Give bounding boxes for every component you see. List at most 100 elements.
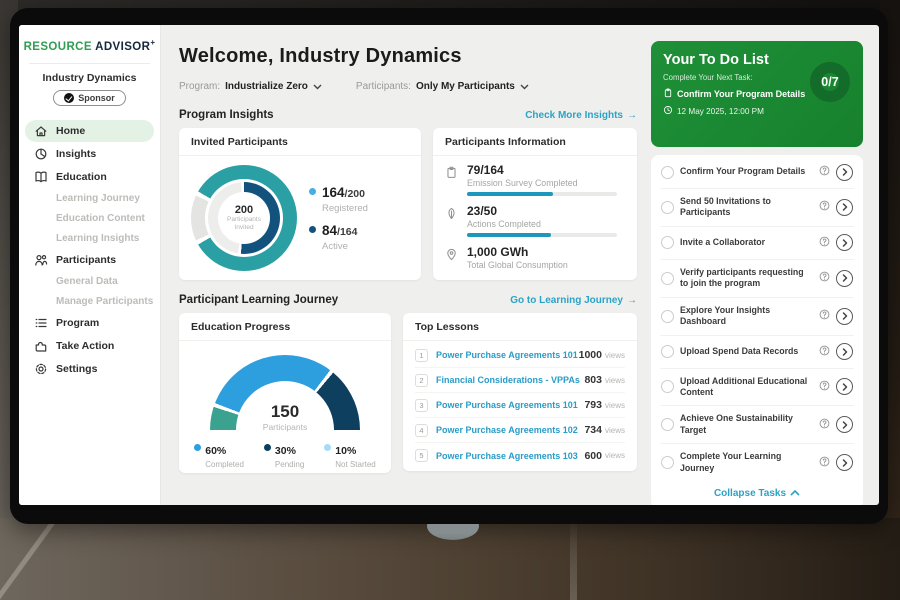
chevron-right-button[interactable] [836,416,853,433]
donut-legend: 164/200 Registered 84/164 Active [309,176,368,260]
task-row[interactable]: Verify participants requesting to join t… [660,259,854,297]
chevron-right-button[interactable] [836,164,853,181]
education-progress-card-title: Education Progress [179,313,391,341]
info-icon[interactable] [819,454,830,472]
logo-text-resource: RESOURCE [24,41,92,53]
task-checkbox[interactable] [661,345,674,358]
legend-dot [324,444,331,451]
lesson-row[interactable]: 5 Power Purchase Agreements 103 600 view… [415,443,625,468]
lesson-row[interactable]: 1 Power Purchase Agreements 101 1000 vie… [415,343,625,368]
legend-item-pending: 30% Pending [264,441,304,469]
participants-information-card: Participants Information 79/164 Emission… [433,128,637,280]
task-checkbox[interactable] [661,310,674,323]
task-row[interactable]: Achieve One Sustainability Target [660,405,854,443]
stat-emission-survey: 79/164 Emission Survey Completed [445,163,623,196]
chevron-right-button[interactable] [836,454,853,471]
sidebar-item-participants[interactable]: Participants [25,249,154,271]
info-icon[interactable] [819,307,830,325]
clipboard-icon [445,163,459,196]
lesson-row[interactable]: 2 Financial Considerations - VPPAs 803 v… [415,368,625,393]
participants-filter-label: Participants: [356,81,411,92]
sidebar-item-education-content[interactable]: Education Content [25,209,154,228]
lesson-link[interactable]: Power Purchase Agreements 102 [436,425,584,435]
chevron-right-button[interactable] [836,378,853,395]
task-row[interactable]: Upload Spend Data Records [660,335,854,368]
education-progress-card: Education Progress 150 Participants [179,313,391,473]
todo-due-date: 12 May 2025, 12:00 PM [663,105,851,117]
info-icon[interactable] [819,163,830,181]
task-row[interactable]: Confirm Your Program Details [660,156,854,188]
task-row[interactable]: Complete Your Learning Journey [660,443,854,481]
task-row[interactable]: Send 50 Invitations to Participants [660,188,854,226]
todo-progress-badge: 0/7 [810,62,850,102]
lesson-link[interactable]: Power Purchase Agreements 101 [436,400,584,410]
sidebar-item-program[interactable]: Program [25,312,154,334]
info-icon[interactable] [819,234,830,252]
sidebar-item-general-data[interactable]: General Data [25,272,154,291]
lesson-row[interactable]: 4 Power Purchase Agreements 102 734 view… [415,418,625,443]
lesson-row[interactable]: 3 Power Purchase Agreements 101 793 view… [415,393,625,418]
lesson-link[interactable]: Power Purchase Agreements 101 [436,350,579,360]
collapse-tasks-link[interactable]: Collapse Tasks [660,481,854,505]
sidebar-item-settings[interactable]: Settings [25,358,154,380]
info-icon[interactable] [819,269,830,287]
chevron-right-button[interactable] [836,199,853,216]
people-icon [34,253,48,267]
sponsor-icon [64,93,74,103]
sidebar-item-label: Participants [56,254,116,266]
legend-item-active: 84/164 Active [309,222,368,252]
check-more-insights-link[interactable]: Check More Insights→ [525,110,637,121]
lesson-link[interactable]: Power Purchase Agreements 103 [436,451,584,461]
task-checkbox[interactable] [661,380,674,393]
go-to-learning-journey-link[interactable]: Go to Learning Journey→ [510,295,637,306]
participants-filter-value: Only My Participants [416,81,515,92]
sidebar-item-label: Settings [56,363,97,375]
task-row[interactable]: Invite a Collaborator [660,226,854,259]
stat-global-consumption: 1,000 GWh Total Global Consumption [445,245,623,270]
sidebar-item-label: Education [56,171,107,183]
sidebar-item-label: Education Content [56,213,145,224]
task-checkbox[interactable] [661,201,674,214]
sidebar-item-learning-journey[interactable]: Learning Journey [25,189,154,208]
chevron-right-button[interactable] [836,343,853,360]
task-checkbox[interactable] [661,236,674,249]
sidebar-item-label: Take Action [56,340,114,352]
education-progress-gauge-chart: 150 Participants [210,355,360,432]
task-checkbox[interactable] [661,456,674,469]
sponsor-badge[interactable]: Sponsor [53,90,126,106]
task-checkbox[interactable] [661,166,674,179]
lesson-link[interactable]: Financial Considerations - VPPAs [436,375,584,385]
participants-filter-dropdown[interactable]: Participants: Only My Participants [356,77,529,95]
sidebar-item-manage-participants[interactable]: Manage Participants [25,292,154,311]
sidebar-item-take-action[interactable]: Take Action [25,335,154,357]
sidebar-nav: Home Insights Education Learning Journey… [19,120,160,380]
task-checkbox[interactable] [661,272,674,285]
arrow-right-icon: → [627,295,637,306]
sidebar-item-home[interactable]: Home [25,120,154,142]
chevron-right-button[interactable] [836,234,853,251]
program-filter-value: Industrialize Zero [225,81,308,92]
chevron-right-button[interactable] [836,270,853,287]
sidebar-item-education[interactable]: Education [25,166,154,188]
chevron-up-icon [790,490,800,496]
info-icon[interactable] [819,416,830,434]
legend-dot [309,226,316,233]
sidebar-item-label: Manage Participants [56,296,153,307]
todo-tasks-card: Confirm Your Program Details Send 50 Inv… [651,155,863,505]
gauge-legend: 60% Completed 30% Pending 10% Not Starte… [179,441,391,469]
sidebar-item-label: Insights [56,148,96,160]
program-filter-dropdown[interactable]: Program: Industrialize Zero [179,77,322,95]
sidebar-item-learning-insights[interactable]: Learning Insights [25,229,154,248]
info-icon[interactable] [819,343,830,361]
task-row[interactable]: Upload Additional Educational Content [660,368,854,406]
info-icon[interactable] [819,198,830,216]
chevron-down-icon [313,77,322,95]
task-row[interactable]: Explore Your Insights Dashboard [660,297,854,335]
info-icon[interactable] [819,378,830,396]
sidebar-item-insights[interactable]: Insights [25,143,154,165]
puzzle-icon [34,339,48,353]
chevron-right-button[interactable] [836,308,853,325]
app-logo: RESOURCE ADVISOR+ [19,25,160,53]
task-checkbox[interactable] [661,418,674,431]
page-title: Welcome, Industry Dynamics [179,45,637,68]
